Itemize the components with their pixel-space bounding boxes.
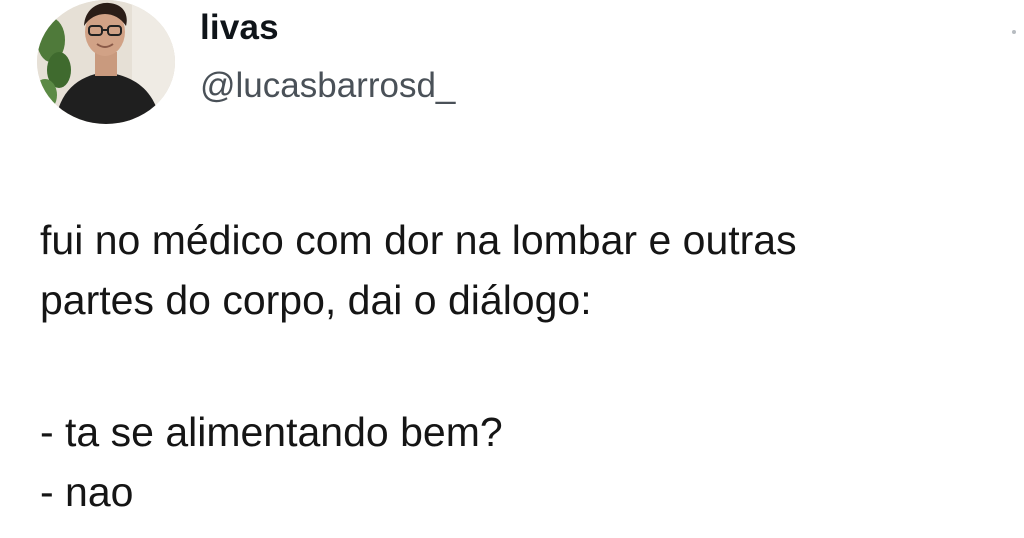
- tweet-text: fui no médico com dor na lombar e outras…: [40, 210, 1020, 522]
- tweet-line: fui no médico com dor na lombar e outras: [40, 217, 797, 263]
- tweet-line: - ta se alimentando bem?: [40, 409, 503, 455]
- profile-photo-icon: [37, 0, 175, 124]
- author-avatar[interactable]: [37, 0, 175, 124]
- author-handle[interactable]: @lucasbarrosd_: [200, 66, 455, 106]
- more-options-icon[interactable]: [1012, 30, 1016, 34]
- tweet-card: livas @lucasbarrosd_ fui no médico com d…: [0, 0, 1024, 538]
- tweet-line: partes do corpo, dai o diálogo:: [40, 277, 592, 323]
- tweet-line: - nao: [40, 469, 134, 515]
- author-display-name[interactable]: livas: [200, 8, 279, 48]
